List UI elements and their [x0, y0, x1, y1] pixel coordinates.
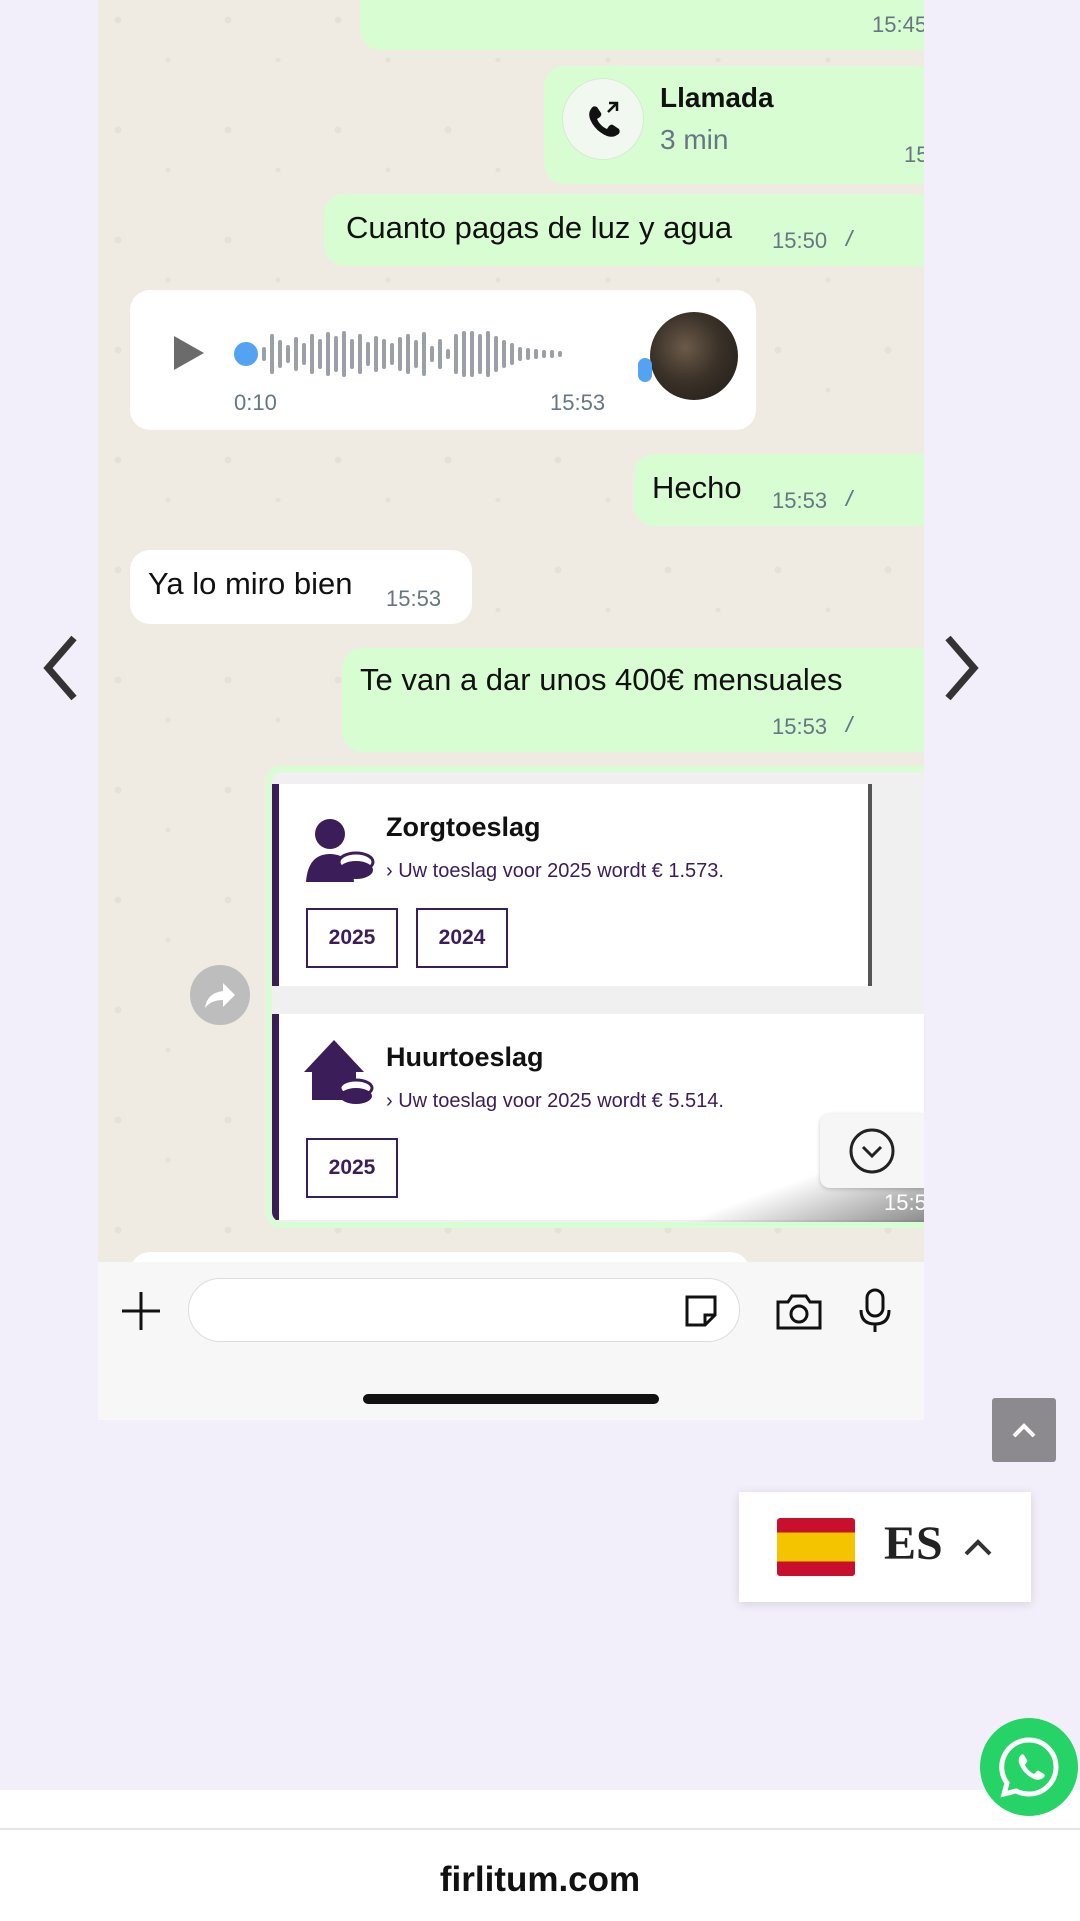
card-accent-bar: [272, 1014, 279, 1220]
phone-call-icon: [589, 101, 620, 137]
housing-icon: [304, 1040, 374, 1104]
message-text: Ya lo miro bien: [148, 566, 353, 601]
message-outgoing[interactable]: 15:45 //: [360, 0, 924, 50]
message-incoming[interactable]: [130, 1252, 750, 1262]
card-border-right: [868, 784, 872, 986]
year-button[interactable]: 2025: [306, 908, 398, 968]
year-button[interactable]: 2024: [416, 908, 508, 968]
year-button[interactable]: 2025: [306, 1138, 398, 1198]
benefit-card: Zorgtoeslag › Uw toeslag voor 2025 wordt…: [272, 784, 872, 986]
microphone-icon: [638, 358, 652, 382]
play-icon[interactable]: [174, 336, 204, 370]
message-text: Hecho: [652, 470, 742, 505]
message-input-bar: [98, 1262, 924, 1362]
camera-icon[interactable]: [774, 1290, 824, 1334]
message-outgoing[interactable]: Te van a dar unos 400€ mensuales 15:53 /…: [342, 648, 924, 752]
phone-screenshot: 15:45 // Llamada 3 min 15:46 Cuanto paga…: [98, 0, 924, 1420]
message-time: 15:50: [772, 228, 828, 253]
chevron-up-icon: [964, 1539, 992, 1556]
whatsapp-icon: [999, 1737, 1059, 1798]
voice-message[interactable]: 0:10 15:53: [130, 290, 756, 430]
microphone-icon[interactable]: [855, 1286, 895, 1336]
whatsapp-button[interactable]: [980, 1718, 1078, 1816]
healthcare-icon: [306, 819, 375, 882]
chevron-right-icon: [945, 635, 979, 701]
next-slide-button[interactable]: [936, 628, 986, 727]
sticker-icon[interactable]: [679, 1289, 723, 1333]
plus-icon[interactable]: [116, 1286, 166, 1336]
call-duration: 3 min: [660, 124, 729, 155]
site-name: firlitum.com: [439, 1860, 641, 1899]
playback-position-dot[interactable]: [234, 342, 258, 366]
message-incoming[interactable]: Ya lo miro bien 15:53: [130, 550, 472, 624]
language-code: ES: [884, 1517, 943, 1570]
message-time: 15:46: [904, 142, 924, 167]
message-time: 15:53: [386, 586, 442, 611]
chevron-up-icon: [1012, 1423, 1036, 1438]
language-selector[interactable]: ES: [739, 1492, 1031, 1602]
call-icon-circle: [562, 78, 644, 160]
card-description: › Uw toeslag voor 2025 wordt € 1.573.: [386, 860, 724, 882]
previous-slide-button[interactable]: [36, 628, 86, 727]
message-outgoing[interactable]: Hecho 15:53 //: [634, 454, 924, 526]
message-time: 15:53: [550, 390, 606, 415]
message-text: Te van a dar unos 400€ mensuales: [360, 662, 843, 697]
spain-flag-icon: [777, 1518, 855, 1576]
back-to-top-button[interactable]: [992, 1398, 1056, 1462]
home-indicator: [363, 1394, 659, 1404]
scroll-down-button[interactable]: [820, 1114, 924, 1188]
voice-waveform[interactable]: [262, 329, 562, 379]
forward-icon: [205, 983, 235, 1008]
footer-divider: [0, 1828, 1080, 1830]
call-message[interactable]: Llamada 3 min 15:46: [544, 66, 924, 184]
card-accent-bar: [272, 784, 279, 986]
message-time: 15:45: [872, 12, 924, 37]
message-time: 15:53: [772, 488, 828, 513]
card-title: Huurtoeslag: [386, 1042, 544, 1072]
message-input[interactable]: [188, 1278, 740, 1342]
voice-duration: 0:10: [234, 390, 277, 415]
scroll-down-icon: [849, 1128, 895, 1174]
footer: firlitum.com: [0, 1790, 1080, 1921]
message-text: Cuanto pagas de luz y agua: [346, 210, 733, 245]
message-outgoing[interactable]: Cuanto pagas de luz y agua 15:50 //: [324, 194, 924, 266]
message-time: 15:53: [772, 714, 828, 739]
chevron-left-icon: [43, 635, 77, 701]
chat-area: 15:45 // Llamada 3 min 15:46 Cuanto paga…: [98, 0, 924, 1262]
avatar: [650, 312, 738, 400]
call-label: Llamada: [660, 82, 774, 113]
card-description: › Uw toeslag voor 2025 wordt € 5.514.: [386, 1090, 724, 1112]
forward-button[interactable]: [190, 965, 250, 1025]
message-time: 15:53: [884, 1190, 924, 1215]
card-title: Zorgtoeslag: [386, 812, 541, 842]
